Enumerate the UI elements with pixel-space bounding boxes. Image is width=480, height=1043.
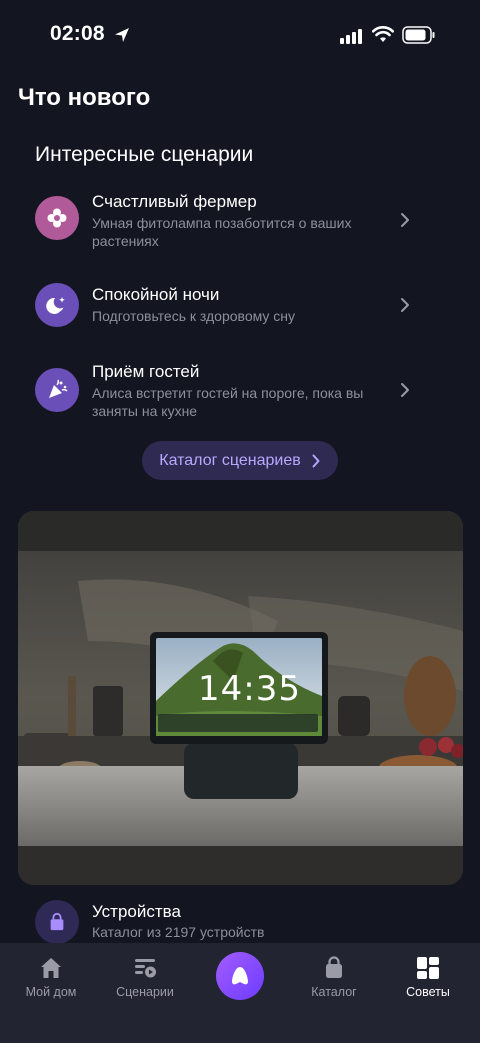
devices-description: Каталог из 2197 устройств [92,924,265,940]
tab-tips[interactable]: Советы [383,955,473,1005]
tab-catalog[interactable]: Каталог [289,955,379,1005]
chevron-right-icon [401,213,409,227]
scenarios-icon [135,959,156,978]
alice-voice-button[interactable] [216,952,264,1000]
tips-icon [417,957,439,979]
scenario-good-night[interactable]: Спокойной ночи Подготовьтесь к здоровому… [35,283,435,345]
tab-label: Сценарии [116,985,174,999]
scenario-catalog-label: Каталог сценариев [159,451,301,469]
chevron-right-icon [312,454,320,467]
location-arrow-icon [115,28,129,42]
home-icon [41,958,61,978]
bag-icon [326,956,342,978]
status-bar: 02:08 [0,0,480,70]
chevron-right-icon [401,298,409,312]
moon-icon [35,283,79,327]
wifi-icon [372,26,394,42]
signal-icon [340,29,362,44]
promo-clock: 14:35 [198,669,301,709]
page-title: Что нового [18,84,151,111]
tab-scenarios[interactable]: Сценарии [100,955,190,1005]
tab-label: Советы [406,985,450,999]
alice-icon [232,967,248,985]
tab-my-home[interactable]: Мой дом [6,955,96,1005]
party-icon [35,368,79,412]
screen: 02:08 Что нового Интересные сценарии Сча… [0,0,480,1043]
scenario-title: Спокойной ночи [92,285,220,304]
scenario-title: Счастливый фермер [92,192,257,211]
flower-icon [35,196,79,240]
section-title: Интересные сценарии [35,143,254,166]
scenario-description: Умная фитолампа позаботится о ваших раст… [92,215,352,249]
devices-title: Устройства [92,902,181,921]
tab-bar: Мой дом Сценарии Каталог Советы [0,943,480,1043]
bag-icon [35,900,79,944]
promo-card-smart-display[interactable]: 14:35 [18,511,463,885]
scenario-catalog-button[interactable]: Каталог сценариев [142,441,338,480]
devices-item[interactable]: Устройства Каталог из 2197 устройств [35,898,435,948]
status-time: 02:08 [50,22,105,45]
scenario-description: Подготовьтесь к здоровому сну [92,308,296,324]
scenario-title: Приём гостей [92,362,200,381]
scenario-happy-farmer[interactable]: Счастливый фермер Умная фитолампа позабо… [35,192,435,252]
tab-label: Каталог [311,985,357,999]
tab-label: Мой дом [25,985,77,999]
battery-icon [402,26,435,44]
chevron-right-icon [401,383,409,397]
scenario-guests[interactable]: Приём гостей Алиса встретит гостей на по… [35,362,435,422]
scenario-description: Алиса встретит гостей на пороге, пока вы… [92,385,364,419]
